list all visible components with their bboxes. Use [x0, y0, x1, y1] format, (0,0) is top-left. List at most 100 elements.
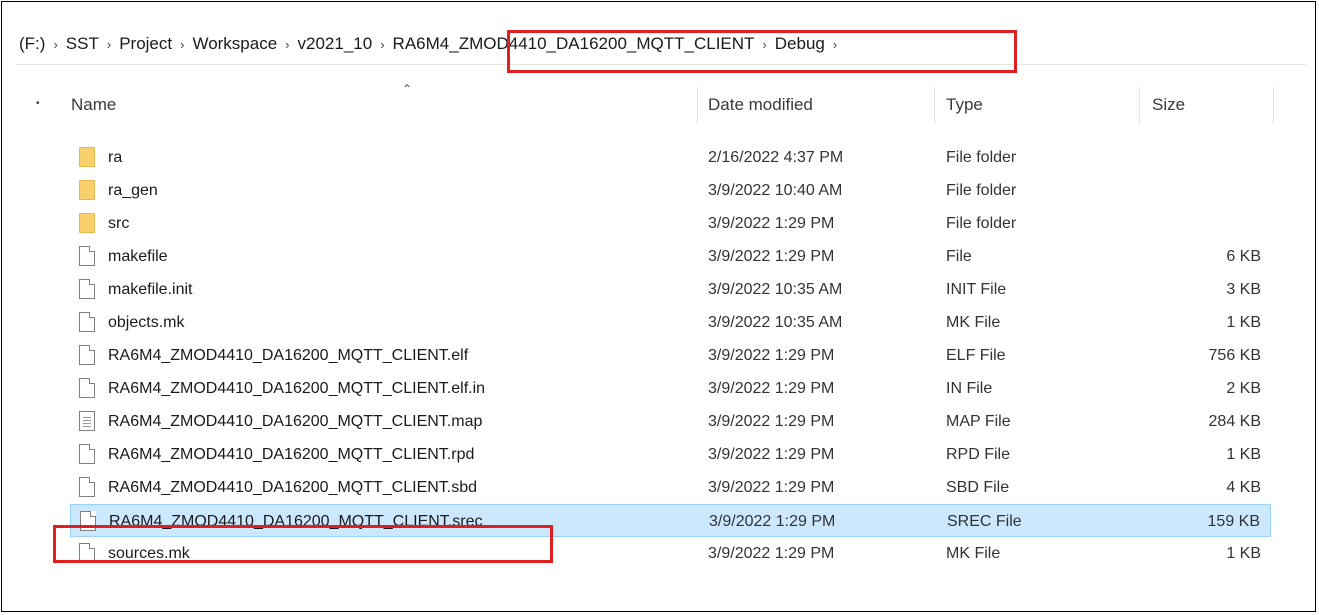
- column-header-size[interactable]: Size: [1152, 79, 1262, 131]
- file-date-modified: 3/9/2022 1:29 PM: [708, 347, 835, 364]
- column-header-type[interactable]: Type: [946, 79, 1136, 131]
- column-label: Size: [1152, 95, 1186, 114]
- file-date-modified: 3/9/2022 1:29 PM: [708, 413, 835, 430]
- breadcrumb-debug[interactable]: Debug: [772, 34, 828, 54]
- file-type: SBD File: [946, 479, 1010, 496]
- file-row[interactable]: RA6M4_ZMOD4410_DA16200_MQTT_CLIENT.sbd 3/…: [70, 471, 1271, 504]
- file-name: src: [108, 215, 130, 232]
- chevron-right-icon[interactable]: ›: [102, 37, 116, 52]
- file-name: ra: [108, 149, 123, 166]
- file-size: 6 KB: [1226, 248, 1261, 265]
- chevron-right-icon[interactable]: ›: [757, 37, 771, 52]
- file-name: objects.mk: [108, 314, 185, 331]
- file-type: MAP File: [946, 413, 1011, 430]
- file-name: RA6M4_ZMOD4410_DA16200_MQTT_CLIENT.sbd: [108, 479, 478, 496]
- column-divider[interactable]: [697, 87, 698, 125]
- folder-icon: [79, 180, 95, 200]
- file-row[interactable]: makefile 3/9/2022 1:29 PM File 6 KB: [70, 240, 1271, 273]
- column-header-name[interactable]: Name: [71, 79, 691, 131]
- file-row[interactable]: sources.mk 3/9/2022 1:29 PM MK File 1 KB: [70, 537, 1271, 570]
- column-header-date[interactable]: Date modified: [708, 79, 928, 131]
- file-name: RA6M4_ZMOD4410_DA16200_MQTT_CLIENT.elf: [108, 347, 469, 364]
- breadcrumb-version[interactable]: v2021_10: [295, 34, 376, 54]
- breadcrumb-drive[interactable]: (F:): [16, 34, 48, 54]
- file-row[interactable]: RA6M4_ZMOD4410_DA16200_MQTT_CLIENT.map 3/…: [70, 405, 1271, 438]
- file-size: 2 KB: [1226, 380, 1261, 397]
- breadcrumb-project[interactable]: Project: [116, 34, 175, 54]
- file-row[interactable]: objects.mk 3/9/2022 10:35 AM MK File 1 KB: [70, 306, 1271, 339]
- chevron-right-icon[interactable]: ›: [175, 37, 189, 52]
- file-icon: [79, 246, 95, 266]
- file-size: 284 KB: [1208, 413, 1261, 430]
- column-label: Name: [71, 95, 117, 114]
- file-date-modified: 3/9/2022 10:35 AM: [708, 314, 843, 331]
- column-label: Type: [946, 95, 983, 114]
- file-date-modified: 3/9/2022 1:29 PM: [708, 248, 835, 265]
- breadcrumb-project-folder[interactable]: RA6M4_ZMOD4410_DA16200_MQTT_CLIENT: [390, 34, 758, 54]
- file-name: ra_gen: [108, 182, 158, 199]
- explorer-window: (F:) › SST › Project › Workspace › v2021…: [1, 1, 1316, 612]
- file-date-modified: 3/9/2022 10:40 AM: [708, 182, 843, 199]
- column-header-row: Name Date modified Type Size: [2, 79, 1317, 131]
- file-icon: [79, 312, 95, 332]
- file-row[interactable]: RA6M4_ZMOD4410_DA16200_MQTT_CLIENT.elf 3/…: [70, 339, 1271, 372]
- breadcrumb-workspace[interactable]: Workspace: [189, 34, 280, 54]
- chevron-right-icon[interactable]: ›: [48, 37, 62, 52]
- file-icon: [79, 477, 95, 497]
- file-name: sources.mk: [108, 545, 190, 562]
- file-type: RPD File: [946, 446, 1011, 463]
- file-row[interactable]: RA6M4_ZMOD4410_DA16200_MQTT_CLIENT.elf.i…: [70, 372, 1271, 405]
- file-icon: [79, 543, 95, 563]
- file-size: 159 KB: [1207, 513, 1260, 530]
- file-icon: [79, 345, 95, 365]
- file-date-modified: 3/9/2022 1:29 PM: [708, 215, 835, 232]
- breadcrumb-sst[interactable]: SST: [63, 34, 102, 54]
- file-row[interactable]: RA6M4_ZMOD4410_DA16200_MQTT_CLIENT.rpd 3/…: [70, 438, 1271, 471]
- file-icon: [80, 511, 96, 531]
- column-divider[interactable]: [1273, 87, 1274, 125]
- file-type: File folder: [946, 215, 1017, 232]
- file-date-modified: 3/9/2022 10:35 AM: [708, 281, 843, 298]
- file-date-modified: 3/9/2022 1:29 PM: [708, 479, 835, 496]
- file-type: File folder: [946, 149, 1017, 166]
- file-name: RA6M4_ZMOD4410_DA16200_MQTT_CLIENT.rpd: [108, 446, 475, 463]
- file-type: MK File: [946, 314, 1001, 331]
- file-date-modified: 3/9/2022 1:29 PM: [708, 446, 835, 463]
- file-icon: [79, 444, 95, 464]
- file-name: RA6M4_ZMOD4410_DA16200_MQTT_CLIENT.map: [108, 413, 483, 430]
- file-size: 756 KB: [1208, 347, 1261, 364]
- folder-icon: [79, 213, 95, 233]
- file-name: RA6M4_ZMOD4410_DA16200_MQTT_CLIENT.srec: [109, 513, 483, 530]
- file-name: makefile.init: [108, 281, 193, 298]
- file-row[interactable]: RA6M4_ZMOD4410_DA16200_MQTT_CLIENT.srec 3…: [70, 504, 1271, 537]
- file-row[interactable]: ra 2/16/2022 4:37 PM File folder: [70, 141, 1271, 174]
- chevron-right-icon[interactable]: ›: [280, 37, 294, 52]
- file-date-modified: 3/9/2022 1:29 PM: [708, 380, 835, 397]
- file-size: 1 KB: [1226, 446, 1261, 463]
- file-row[interactable]: ra_gen 3/9/2022 10:40 AM File folder: [70, 174, 1271, 207]
- folder-icon: [79, 147, 95, 167]
- file-row[interactable]: src 3/9/2022 1:29 PM File folder: [70, 207, 1271, 240]
- file-type: INIT File: [946, 281, 1007, 298]
- file-name: RA6M4_ZMOD4410_DA16200_MQTT_CLIENT.elf.i…: [108, 380, 486, 397]
- chevron-right-icon[interactable]: ›: [828, 37, 842, 52]
- file-row[interactable]: makefile.init 3/9/2022 10:35 AM INIT File 3…: [70, 273, 1271, 306]
- file-size: 1 KB: [1226, 545, 1261, 562]
- file-type: MK File: [946, 545, 1001, 562]
- file-icon: [79, 378, 95, 398]
- file-date-modified: 3/9/2022 1:29 PM: [708, 545, 835, 562]
- file-size: 1 KB: [1226, 314, 1261, 331]
- file-type: SREC File: [947, 513, 1022, 530]
- file-date-modified: 3/9/2022 1:29 PM: [709, 513, 836, 530]
- file-type: File folder: [946, 182, 1017, 199]
- file-type: IN File: [946, 380, 993, 397]
- column-divider[interactable]: [1139, 87, 1140, 125]
- chevron-right-icon[interactable]: ›: [375, 37, 389, 52]
- column-divider[interactable]: [934, 87, 935, 125]
- breadcrumb[interactable]: (F:) › SST › Project › Workspace › v2021…: [16, 24, 1306, 65]
- file-size: 3 KB: [1226, 281, 1261, 298]
- file-size: 4 KB: [1226, 479, 1261, 496]
- column-label: Date modified: [708, 95, 813, 114]
- file-type: ELF File: [946, 347, 1006, 364]
- file-date-modified: 2/16/2022 4:37 PM: [708, 149, 844, 166]
